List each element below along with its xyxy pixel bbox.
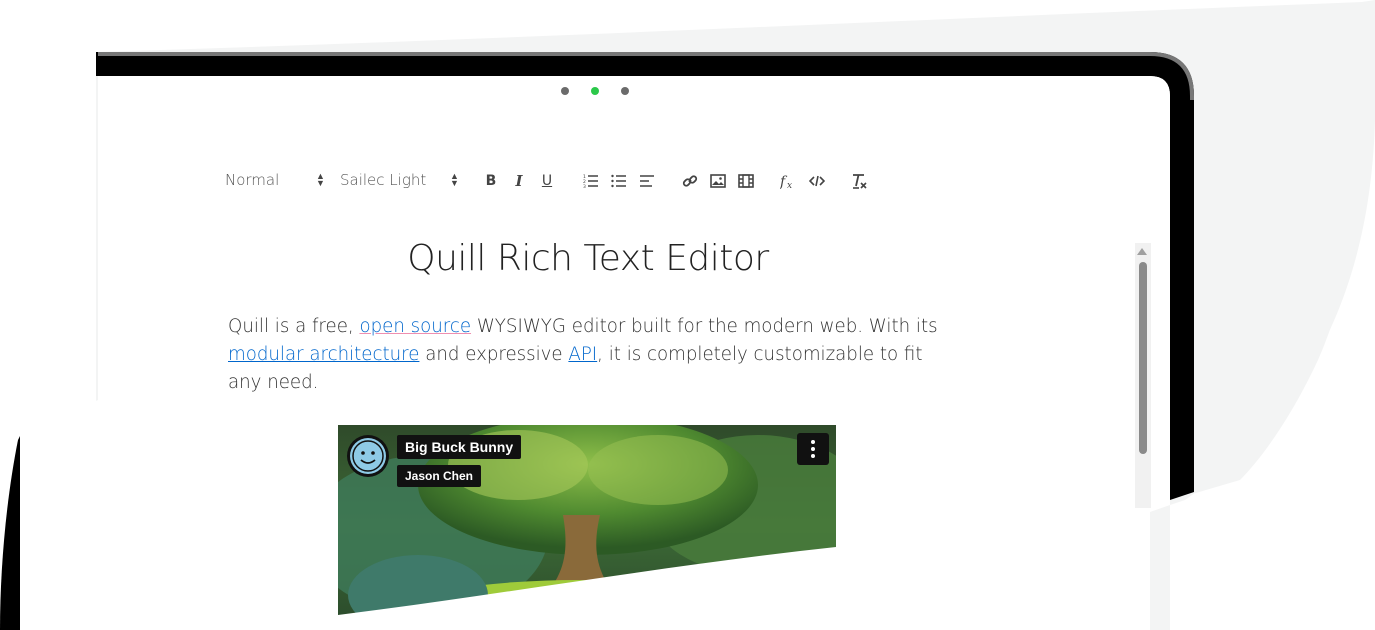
open-source-link[interactable]: open source (359, 316, 471, 337)
clean-format-button[interactable] (849, 171, 871, 191)
video-icon (738, 174, 754, 188)
clean-format-icon (853, 174, 867, 189)
ordered-list-icon: 123 (583, 174, 598, 188)
italic-icon: I (515, 172, 523, 190)
video-title[interactable]: Big Buck Bunny (397, 435, 522, 459)
embedded-video[interactable]: Big Buck Bunny Jason Chen (338, 425, 836, 627)
underline-button[interactable]: U (536, 171, 558, 191)
code-block-icon (809, 175, 825, 187)
link-button[interactable] (679, 171, 701, 191)
svg-text:3: 3 (583, 184, 586, 188)
header-select-label: Normal (225, 171, 280, 189)
svg-text:x: x (787, 181, 792, 189)
bold-button[interactable]: B (480, 171, 502, 191)
bullet-list-button[interactable] (608, 171, 630, 191)
ordered-list-button[interactable]: 123 (580, 171, 602, 191)
window-dots (561, 87, 631, 97)
font-select[interactable]: Sailec Light ▲ ▼ (340, 171, 459, 189)
bold-icon: B (485, 173, 497, 189)
dot-active (591, 87, 599, 95)
font-select-label: Sailec Light (340, 171, 427, 189)
dot-right (621, 87, 629, 95)
paragraph-text: Quill is a free, (228, 316, 360, 337)
avatar (347, 435, 389, 477)
image-icon (710, 174, 726, 188)
more-icon (811, 440, 815, 444)
italic-button[interactable]: I (508, 171, 530, 191)
code-block-button[interactable] (806, 171, 828, 191)
api-link[interactable]: API (568, 344, 597, 365)
modular-architecture-link[interactable]: modular architecture (228, 344, 419, 365)
document-title[interactable]: Quill Rich Text Editor (228, 238, 948, 279)
underline-icon: U (541, 173, 553, 189)
select-arrows-icon: ▲ ▼ (316, 172, 325, 189)
video-button[interactable] (735, 171, 757, 191)
formula-button[interactable]: fx (778, 171, 800, 191)
scrollbar-thumb[interactable] (1139, 262, 1147, 454)
document-paragraph[interactable]: Quill is a free, open source WYSIWYG edi… (228, 313, 958, 397)
header-select[interactable]: Normal ▲ ▼ (225, 171, 325, 189)
paragraph-text: WYSIWYG editor built for the modern web.… (471, 316, 938, 337)
scroll-up-icon[interactable] (1137, 248, 1147, 255)
select-arrows-icon: ▲ ▼ (450, 172, 459, 189)
align-button[interactable] (636, 171, 658, 191)
image-button[interactable] (707, 171, 729, 191)
dot-left (561, 87, 569, 95)
link-icon (682, 175, 698, 187)
video-menu-button[interactable] (797, 433, 829, 465)
paragraph-text: and expressive (419, 344, 569, 365)
align-icon (640, 175, 654, 187)
formula-icon: fx (780, 174, 792, 189)
video-author[interactable]: Jason Chen (397, 465, 482, 487)
bullet-list-icon (611, 174, 626, 188)
